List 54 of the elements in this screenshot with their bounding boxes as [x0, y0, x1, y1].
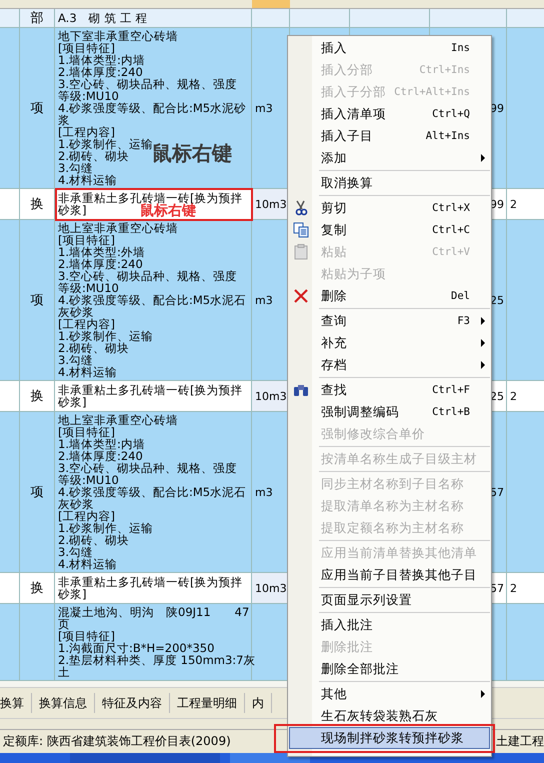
menu-item[interactable]: 取消换算: [289, 172, 490, 194]
status-text: 定额库: 陕西省建筑装饰工程价目表(2009): [3, 733, 231, 750]
row-type: 项: [30, 292, 44, 309]
row-type: 换: [30, 196, 44, 213]
clipboard-icon: [294, 244, 308, 260]
tab[interactable]: 特征及内容: [95, 693, 170, 713]
menu-item[interactable]: 添加: [289, 147, 490, 169]
unit-cell: m3: [255, 486, 273, 498]
row-type: 部: [30, 10, 44, 27]
menu-item[interactable]: 查找 Ctrl+F: [289, 379, 490, 401]
menu-item[interactable]: 存档: [289, 354, 490, 376]
annotation-text: 鼠标右键: [152, 140, 232, 167]
row-type: 换: [30, 580, 44, 597]
unit-cell: 10m3: [255, 582, 287, 594]
menu-item[interactable]: 插入批注: [289, 614, 490, 636]
row-type: 项: [30, 484, 44, 501]
table-cell: 2: [510, 198, 517, 210]
row-type: 换: [30, 388, 44, 405]
menu-item[interactable]: 补充: [289, 332, 490, 354]
delete-icon: [293, 288, 309, 304]
menu-item[interactable]: 查询 F3: [289, 310, 490, 332]
item-name: 地上室非承重空心砖墙 [项目特征] 1.墙体类型:外墙 2.墙体厚度:240 3.空心砖、砌块品种、规格、强度 等级:MU10 4.砂浆强度等级、配合比:M5水泥石 灰砂浆 [工程内容] 1.砂浆制作、运输 2.砌砖、砌块 3.勾缝 4.材料运输: [55, 220, 252, 380]
binoculars-icon: [293, 383, 309, 397]
menu-item[interactable]: 应用当前子目替换其他子目: [289, 564, 490, 586]
menu-item[interactable]: 剪切 Ctrl+X: [289, 197, 490, 219]
copy-icon: [293, 222, 309, 238]
menu-item[interactable]: 插入子目 Alt+Ins: [289, 125, 490, 147]
table-cell: 2: [510, 582, 517, 594]
menu-item[interactable]: 现场制拌砂浆转预拌砂浆: [289, 727, 490, 749]
item-name: 地上室非承重空心砖墙 [项目特征] 1.墙体类型:内墙 2.墙体厚度:240 3.空心砖、砌块品种、规格、强度 等级:MU10 4.砂浆强度等级、配合比:M5水泥石 灰砂浆 [工程内容] 1.砂浆制作、运输 2.砌砖、砌块 3.勾缝 4.材料运输: [55, 412, 252, 572]
table-cell: 2: [510, 390, 517, 402]
unit-cell: m3: [255, 294, 273, 306]
unit-cell: 10m3: [255, 198, 287, 210]
scissors-icon: [294, 200, 308, 216]
unit-cell: m3: [255, 102, 273, 114]
tab[interactable]: 换算: [0, 693, 32, 713]
row-type: 项: [30, 100, 44, 117]
unit-cell: 10m3: [255, 390, 287, 402]
menu-item[interactable]: 删除 Del: [289, 285, 490, 307]
annotation-text: 鼠标右键: [140, 203, 196, 219]
menu-item[interactable]: 删除全部批注: [289, 658, 490, 680]
column-header[interactable]: [252, 0, 290, 8]
menu-item[interactable]: 插入清单项 Ctrl+Q: [289, 103, 490, 125]
menu-item[interactable]: 生石灰转袋装熟石灰: [289, 705, 490, 727]
status-text: 土建工程: [496, 733, 544, 750]
tab[interactable]: 内: [245, 693, 272, 713]
tab[interactable]: 换算信息: [32, 693, 95, 713]
menu-item[interactable]: 复制 Ctrl+C: [289, 219, 490, 241]
menu-item[interactable]: 插入 Ins: [289, 37, 490, 59]
menu-item[interactable]: 强制调整编码 Ctrl+B: [289, 401, 490, 423]
item-name: 混凝土地沟、明沟 陕09J11 47 页 [项目特征] 1.沟截面尺寸:B*H=200*350 2.垫层材料种类、厚度 150mm3:7灰 土: [55, 604, 252, 680]
tab[interactable]: 工程量明细: [170, 693, 245, 713]
menu-item[interactable]: 其他: [289, 683, 490, 705]
menu-item[interactable]: 页面显示列设置: [289, 589, 490, 611]
